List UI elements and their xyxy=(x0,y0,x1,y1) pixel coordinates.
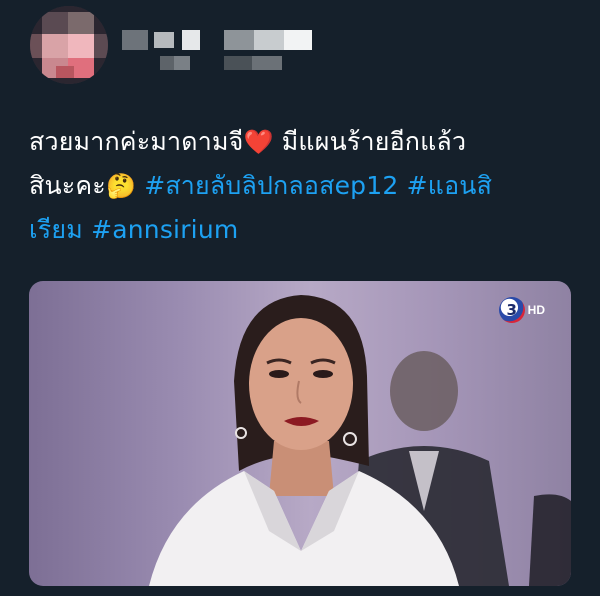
tweet-text-part: สวยมากค่ะมาดามจี xyxy=(29,127,244,156)
background-figure xyxy=(529,494,571,586)
avatar[interactable] xyxy=(30,6,108,84)
woman-face xyxy=(249,318,353,450)
tweet-text-part: มีแผนร้ายอีกแล้ว xyxy=(273,127,467,156)
tweet: สวยมากค่ะมาดามจี❤️ มีแผนร้ายอีกแล้ว สินะ… xyxy=(0,0,600,596)
media-scene xyxy=(149,295,571,586)
hashtag-link[interactable]: #แอนสิ xyxy=(407,171,492,200)
thinking-emoji-icon: 🤔 xyxy=(105,172,137,200)
hashtag-link[interactable]: #สายลับลิปกลอสep12 xyxy=(144,171,398,200)
tweet-text: สวยมากค่ะมาดามจี❤️ มีแผนร้ายอีกแล้ว สินะ… xyxy=(29,120,574,251)
background-person-head xyxy=(390,351,458,431)
heart-emoji-icon: ❤️ xyxy=(243,128,274,156)
hashtag-link[interactable]: #annsirium xyxy=(91,215,238,244)
woman-eye-left xyxy=(269,370,289,378)
channel-3-logo-icon: 3 xyxy=(498,297,525,323)
tweet-text-line-2: สินะคะ🤔 #สายลับลิปกลอสep12 #แอนสิ xyxy=(29,164,574,208)
tweet-text-line-1: สวยมากค่ะมาดามจี❤️ มีแผนร้ายอีกแล้ว xyxy=(29,120,574,164)
tweet-text-part: สินะคะ xyxy=(29,171,106,200)
woman-eye-right xyxy=(313,370,333,378)
hashtag-link-continued[interactable]: เรียม xyxy=(29,215,83,244)
hd-label: HD xyxy=(527,303,545,317)
tweet-header xyxy=(30,6,330,86)
user-name-censored[interactable] xyxy=(122,30,322,80)
tweet-media-image[interactable]: 3 HD xyxy=(29,281,571,586)
tweet-text-line-3: เรียม #annsirium xyxy=(29,208,574,251)
channel-watermark: 3 HD xyxy=(498,297,545,323)
